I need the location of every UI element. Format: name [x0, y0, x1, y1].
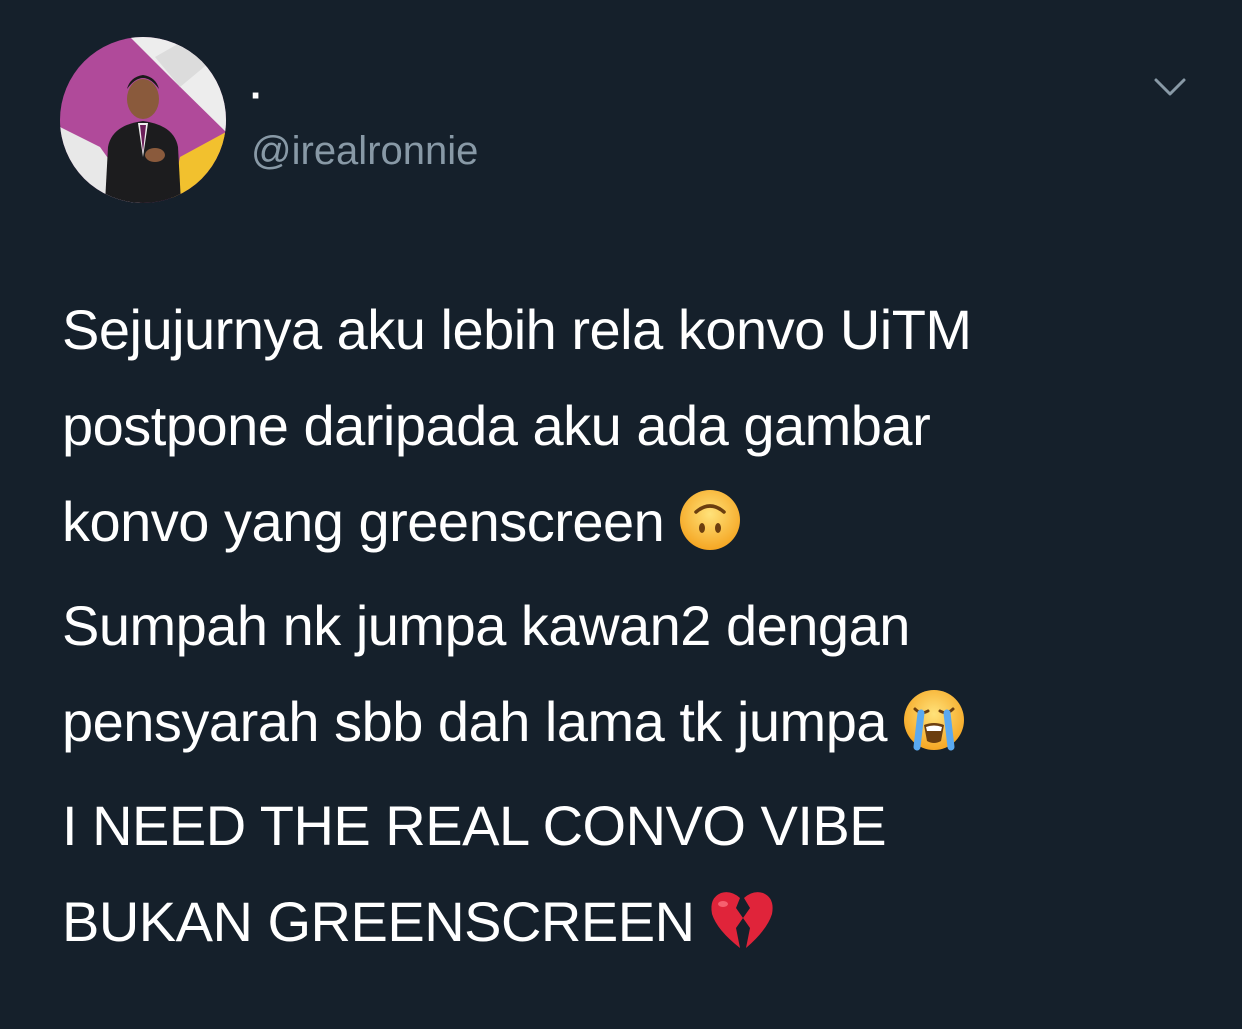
- avatar-image: [60, 37, 226, 203]
- loudly-crying-face-emoji: [901, 687, 967, 753]
- tweet-line: BUKAN GREENSCREEN: [62, 890, 695, 953]
- tweet-line: konvo yang greenscreen: [62, 490, 665, 553]
- tweet-paragraph: Sumpah nk jumpa kawan2 dengan pensyarah …: [62, 578, 1182, 770]
- tweet-line: I NEED THE REAL CONVO VIBE: [62, 794, 887, 857]
- tweet-text: Sejujurnya aku lebih rela konvo UiTM pos…: [62, 282, 1182, 978]
- avatar[interactable]: [60, 37, 226, 203]
- tweet-line-with-emoji: BUKAN GREENSCREEN: [62, 874, 1182, 970]
- tweet-paragraph: I NEED THE REAL CONVO VIBE BUKAN GREENSC…: [62, 778, 1182, 970]
- tweet-line: Sumpah nk jumpa kawan2 dengan: [62, 594, 910, 657]
- display-name[interactable]: ·: [250, 72, 263, 120]
- user-handle[interactable]: @irealronnie: [251, 127, 478, 175]
- tweet-line-with-emoji: pensyarah sbb dah lama tk jumpa: [62, 674, 1182, 770]
- tweet-paragraph: Sejujurnya aku lebih rela konvo UiTM pos…: [62, 282, 1182, 570]
- chevron-down-icon[interactable]: [1150, 72, 1190, 102]
- tweet-line-with-emoji: konvo yang greenscreen: [62, 474, 1182, 570]
- tweet-line: postpone daripada aku ada gambar: [62, 394, 931, 457]
- upside-down-face-emoji: [678, 488, 742, 552]
- broken-heart-emoji: [709, 890, 775, 950]
- tweet-card: · @irealronnie Sejujurnya aku lebih rela…: [0, 0, 1242, 1029]
- tweet-line: Sejujurnya aku lebih rela konvo UiTM: [62, 298, 972, 361]
- tweet-line: pensyarah sbb dah lama tk jumpa: [62, 690, 888, 753]
